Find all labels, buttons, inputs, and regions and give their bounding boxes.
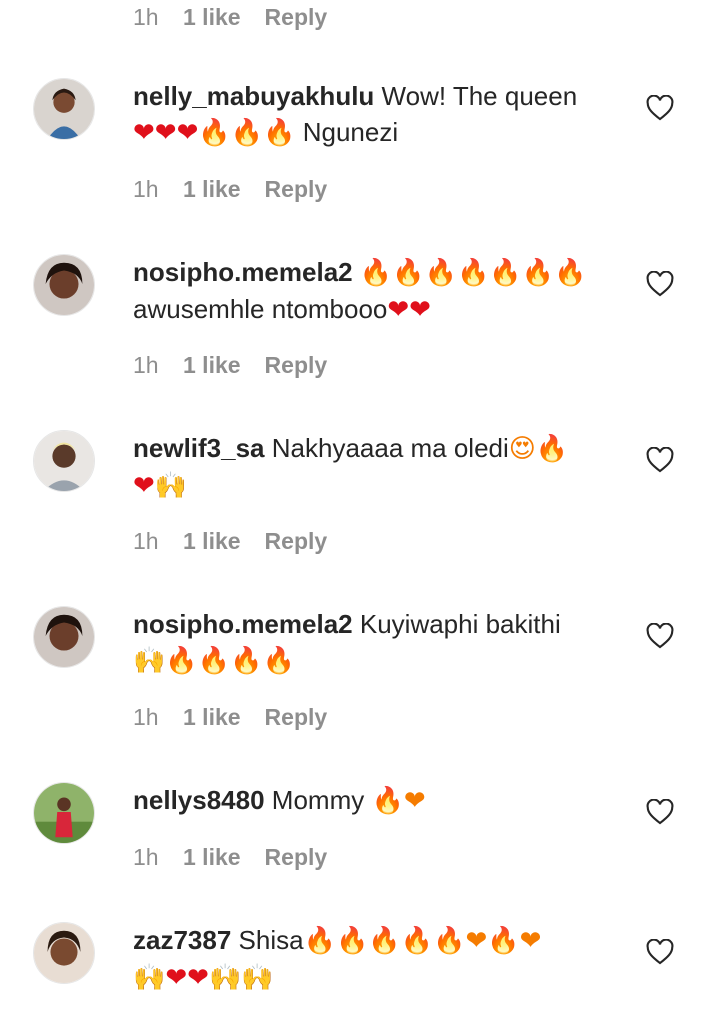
comment-text: Ngunezi [295,117,399,147]
comment-time: 1h [133,352,159,378]
reply-button[interactable]: Reply [265,4,328,31]
comment-meta-row: 1h 1 like Reply [133,352,327,379]
comment-text: Kuyiwaphi bakithi [359,609,561,639]
comment-time: 1h [133,704,159,730]
comment-username[interactable]: nosipho.memela2 [133,609,353,639]
comment-time: 1h [133,844,159,870]
comment-emoji: ❤❤ [387,295,431,325]
comment-likes[interactable]: 1 like [183,844,241,871]
comment-emoji: 😍🔥 [508,434,569,464]
avatar[interactable] [33,78,95,140]
avatar[interactable] [33,254,95,316]
comment-likes[interactable]: 1 like [183,4,241,31]
comment-likes[interactable]: 1 like [183,528,241,555]
heart-outline-icon[interactable] [646,271,674,297]
avatar[interactable] [33,922,95,984]
avatar[interactable] [33,606,95,668]
comment-meta-row: 1h 1 like Reply [133,844,327,871]
comment-body: nellys8480 Mommy 🔥❤ [133,782,613,819]
reply-button[interactable]: Reply [265,844,328,871]
comment-likes[interactable]: 1 like [183,352,241,379]
comment-text: Wow! The queen [381,81,578,111]
comment-emoji: 🔥❤ [371,786,426,816]
comment-text: Shisa [238,925,304,955]
reply-button[interactable]: Reply [265,528,328,555]
comment-emoji: 🙌🔥🔥🔥🔥 [133,646,295,676]
comment-time: 1h [133,3,159,30]
avatar[interactable] [33,430,95,492]
comment-likes[interactable]: 1 like [183,704,241,731]
comment-emoji: 🙌❤❤🙌🙌 [133,963,274,993]
comment-emoji: 🔥🔥🔥🔥🔥❤🔥❤ [303,926,542,956]
comment-username[interactable]: newlif3_sa [133,433,265,463]
comment-emoji: ❤❤❤🔥🔥🔥 [133,118,296,148]
comment-meta-row: 1h 1 like Reply [133,528,327,555]
comment-time: 1h [133,528,159,554]
comment-body: newlif3_sa Nakhyaaaa ma oledi😍🔥 ❤🙌 [133,430,613,504]
comment-body: nosipho.memela2 🔥🔥🔥🔥🔥🔥🔥 awusemhle ntombo… [133,254,613,328]
comment-meta-row: 1h 1 like Reply [133,0,327,34]
comment-text: Mommy [271,785,365,815]
comment-username[interactable]: nosipho.memela2 [133,257,353,287]
heart-outline-icon[interactable] [646,95,674,121]
comment-username[interactable]: nelly_mabuyakhulu [133,81,374,111]
comment-meta-row: 1h 1 like Reply [133,176,327,203]
comment-emoji: 🔥🔥🔥🔥🔥🔥🔥 [359,258,587,288]
comment-text: Nakhyaaaa ma oledi [271,433,509,463]
comment-emoji: ❤🙌 [133,471,188,501]
comment-body: zaz7387 Shisa🔥🔥🔥🔥🔥❤🔥❤ 🙌❤❤🙌🙌 [133,922,613,996]
comment-body: nosipho.memela2 Kuyiwaphi bakithi 🙌🔥🔥🔥🔥 [133,606,613,679]
comment-text: awusemhle ntombooo [133,294,388,324]
reply-button[interactable]: Reply [265,352,328,379]
comment-meta-row: 1h 1 like Reply [133,704,327,731]
comment-likes[interactable]: 1 like [183,176,241,203]
comment-username[interactable]: zaz7387 [133,925,231,955]
comment-time: 1h [133,176,159,202]
heart-outline-icon[interactable] [646,623,674,649]
comment-username[interactable]: nellys8480 [133,785,265,815]
heart-outline-icon[interactable] [646,939,674,965]
avatar[interactable] [33,782,95,844]
comment-body: nelly_mabuyakhulu Wow! The queen ❤❤❤🔥🔥🔥 … [133,78,613,151]
heart-outline-icon[interactable] [646,799,674,825]
heart-outline-icon[interactable] [646,447,674,473]
reply-button[interactable]: Reply [265,704,328,731]
reply-button[interactable]: Reply [265,176,328,203]
